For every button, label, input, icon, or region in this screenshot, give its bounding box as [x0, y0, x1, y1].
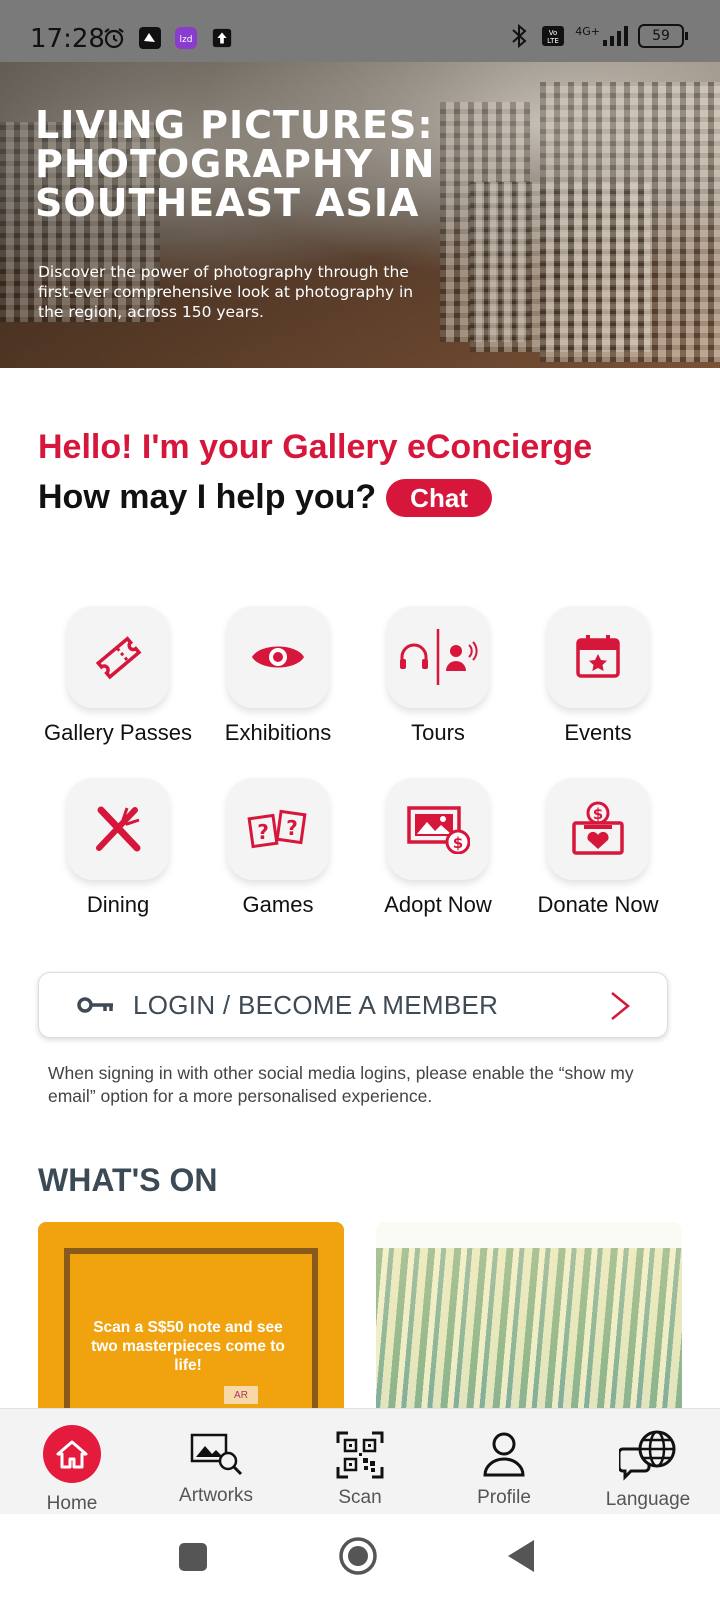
question-cards-icon: ?? — [227, 778, 329, 880]
svg-text:Vo: Vo — [549, 29, 558, 37]
bottom-nav: Home Artworks Scan Profile Language — [0, 1408, 720, 1515]
svg-text:?: ? — [257, 820, 269, 844]
system-navigation-bar — [0, 1514, 720, 1600]
headphones-guide-icon — [387, 606, 489, 708]
shortcut-gallery-passes[interactable]: Gallery Passes — [38, 606, 198, 746]
chat-app-icon: lzd — [174, 26, 198, 50]
whats-on-card-scan[interactable]: Scan a S$50 note and see two masterpiece… — [38, 1222, 344, 1432]
nav-scan[interactable]: Scan — [290, 1409, 430, 1515]
shortcut-tours[interactable]: Tours — [358, 606, 518, 746]
artworks-search-icon — [188, 1431, 244, 1482]
svg-text:lzd: lzd — [180, 35, 193, 45]
donation-box-icon: $ — [547, 778, 649, 880]
eye-icon — [227, 606, 329, 708]
shortcut-exhibitions[interactable]: Exhibitions — [198, 606, 358, 746]
shortcut-events[interactable]: Events — [518, 606, 678, 746]
ticket-icon — [67, 606, 169, 708]
back-button[interactable] — [506, 1538, 536, 1579]
calendar-star-icon — [547, 606, 649, 708]
nav-language[interactable]: Language — [578, 1409, 718, 1515]
key-icon — [77, 993, 117, 1017]
nav-artworks[interactable]: Artworks — [146, 1409, 286, 1515]
status-bar: 17:28 lzd Vo LTE 4G+ 59 — [0, 0, 720, 62]
shortcut-adopt-now[interactable]: $ Adopt Now — [358, 778, 518, 918]
recent-apps-button[interactable] — [178, 1542, 208, 1577]
app-notification-icon — [138, 26, 162, 50]
login-button[interactable]: LOGIN / BECOME A MEMBER — [38, 972, 668, 1038]
svg-text:?: ? — [286, 816, 298, 840]
hero-title: LIVING PICTURES: PHOTOGRAPHY IN SOUTHEAS… — [35, 103, 436, 225]
concierge-greeting: Hello! I'm your Gallery eConcierge — [38, 428, 593, 466]
artwork-image — [376, 1248, 682, 1432]
globe-chat-icon — [617, 1429, 677, 1486]
card-caption: Scan a S$50 note and see two masterpiece… — [91, 1319, 285, 1374]
upload-icon — [210, 26, 234, 50]
volte-icon: Vo LTE — [541, 24, 565, 48]
svg-text:$: $ — [453, 834, 463, 852]
signal-icon: 4G+ — [575, 26, 628, 46]
nav-profile[interactable]: Profile — [434, 1409, 574, 1515]
shortcut-donate-now[interactable]: $ Donate Now — [518, 778, 678, 918]
whats-on-card-artwork[interactable] — [376, 1222, 682, 1432]
ar-badge: AR — [224, 1386, 258, 1404]
hero-banner[interactable]: LIVING PICTURES: PHOTOGRAPHY IN SOUTHEAS… — [0, 62, 720, 368]
qr-code-icon — [336, 1431, 384, 1484]
person-icon — [482, 1431, 526, 1482]
shortcut-dining[interactable]: Dining — [38, 778, 198, 918]
home-system-button[interactable] — [338, 1536, 378, 1581]
concierge-prompt: How may I help you? — [38, 478, 377, 516]
concierge-prompt-row: How may I help you? Chat — [38, 478, 492, 517]
bluetooth-icon — [507, 23, 531, 49]
hero-description: Discover the power of photography throug… — [38, 263, 414, 321]
artwork-dollar-icon: $ — [387, 778, 489, 880]
svg-text:LTE: LTE — [547, 37, 559, 45]
battery-indicator: 59 — [638, 24, 688, 48]
nav-home[interactable]: Home — [2, 1409, 142, 1515]
alarm-icon — [102, 26, 126, 50]
login-note: When signing in with other social media … — [48, 1063, 634, 1106]
shortcut-games[interactable]: ?? Games — [198, 778, 358, 918]
status-time: 17:28 — [30, 24, 105, 54]
chat-button[interactable]: Chat — [386, 478, 492, 517]
chevron-right-icon — [609, 991, 631, 1026]
home-icon — [43, 1425, 101, 1483]
svg-text:$: $ — [593, 805, 603, 823]
shortcut-grid: Gallery Passes Exhibitions Tours Events … — [38, 606, 678, 918]
login-label: LOGIN / BECOME A MEMBER — [133, 989, 499, 1020]
whats-on-heading: WHAT'S ON — [38, 1162, 218, 1198]
fork-knife-icon — [67, 778, 169, 880]
